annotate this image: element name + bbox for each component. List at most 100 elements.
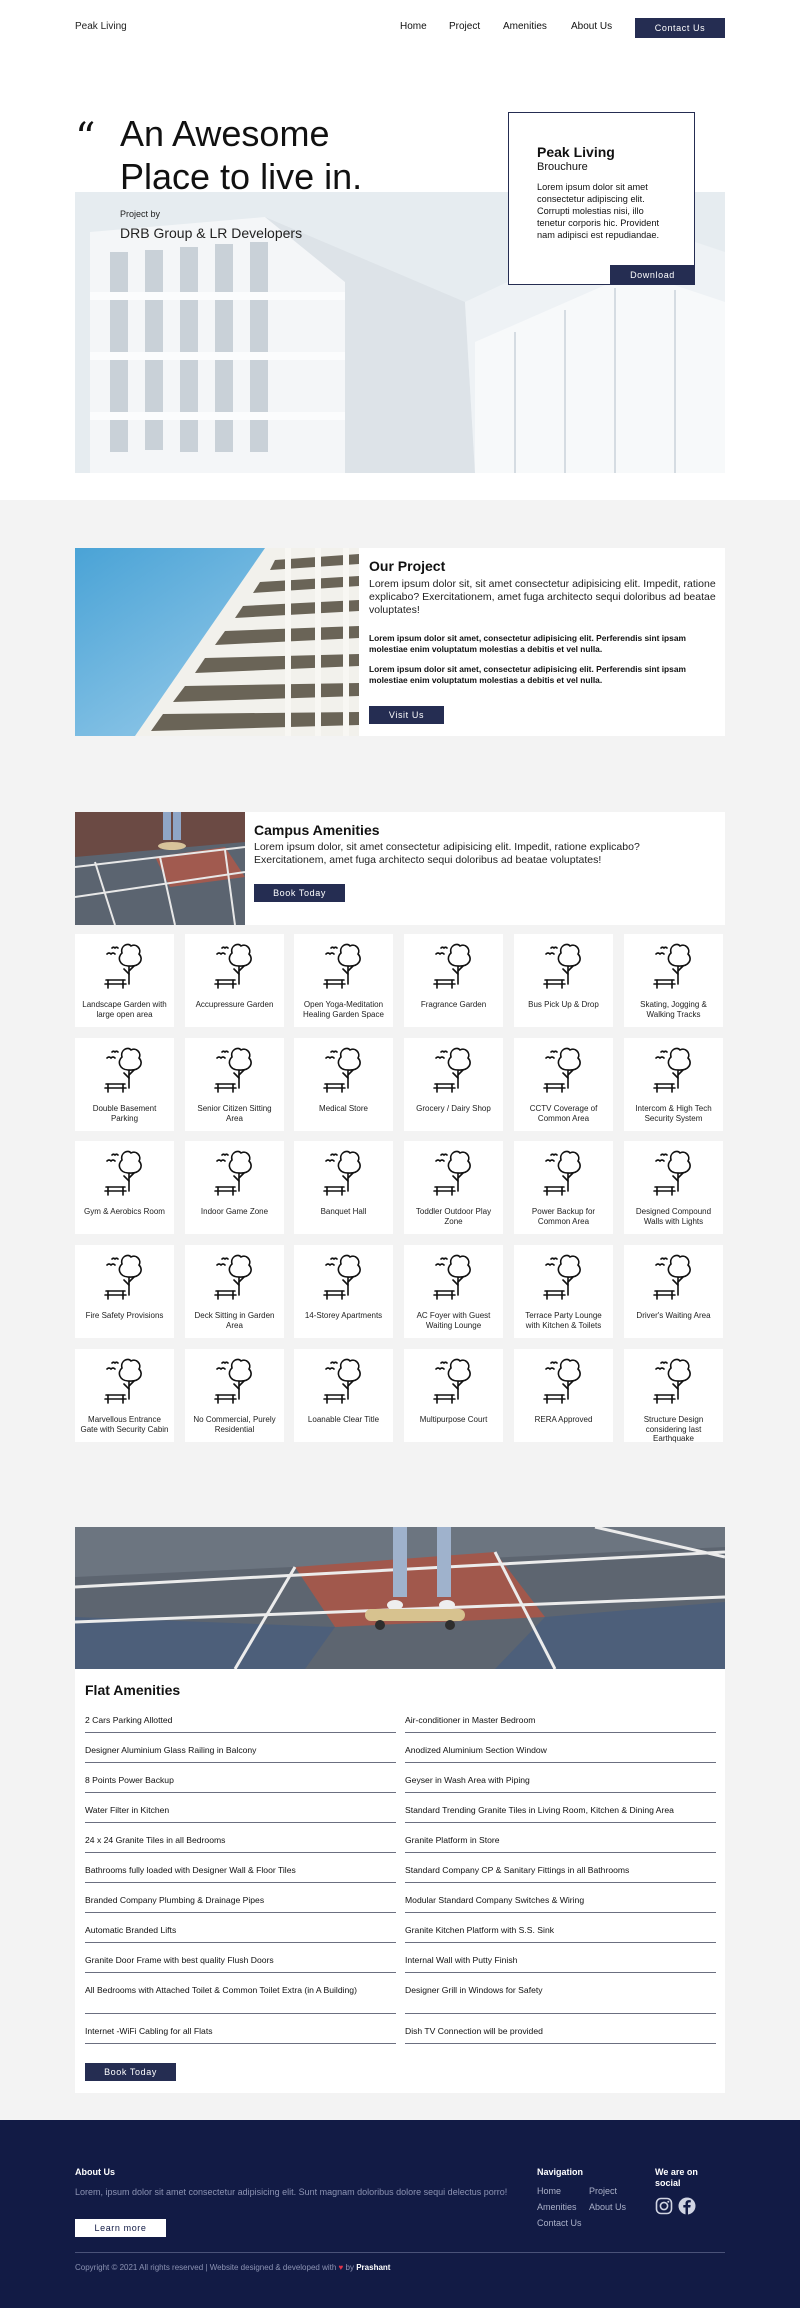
amenity-label: Double Basement Parking (92, 1104, 157, 1123)
our-project-lead: Lorem ipsum dolor sit, sit amet consecte… (369, 578, 716, 616)
amenity-tile: RERA Approved (514, 1349, 613, 1442)
nav-home[interactable]: Home (400, 21, 427, 32)
amenity-label: Multipurpose Court (419, 1415, 488, 1424)
flat-amenity-item: Granite Platform in Store (405, 1835, 716, 1853)
flat-amenity-item: Internal Wall with Putty Finish (405, 1955, 716, 1973)
amenity-label: Terrace Party Lounge with Kitchen & Toil… (525, 1311, 602, 1330)
amenity-tile: Banquet Hall (294, 1141, 393, 1234)
heart-icon: ♥ (338, 2263, 344, 2272)
amenity-label: CCTV Coverage of Common Area (529, 1104, 598, 1123)
amenity-tile: Bus Pick Up & Drop (514, 934, 613, 1027)
amenity-label: Bus Pick Up & Drop (528, 1000, 599, 1009)
amenity-label: Indoor Game Zone (200, 1207, 269, 1216)
footer-link-project[interactable]: Project (589, 2186, 617, 2196)
amenity-tile: Deck Sitting in Garden Area (185, 1245, 284, 1338)
amenity-tile: Designed Compound Walls with Lights (624, 1141, 723, 1234)
amenity-label: Fire Safety Provisions (85, 1311, 164, 1320)
brochure-card: Peak Living Brouchure Lorem ipsum dolor … (508, 112, 695, 285)
footer-link-about-us[interactable]: About Us (589, 2202, 626, 2212)
amenity-tile: Medical Store (294, 1038, 393, 1131)
footer-social-title: We are on social (655, 2167, 698, 2188)
site-header: Peak Living Home Project Amenities About… (0, 0, 800, 56)
amenity-label: Banquet Hall (320, 1207, 367, 1216)
flat-amenity-item: Automatic Branded Lifts (85, 1925, 396, 1943)
flat-amenity-item: All Bedrooms with Attached Toilet & Comm… (85, 1985, 396, 2014)
brochure-title: Peak Living (537, 144, 615, 160)
copyright-text: Copyright © 2021 All rights reserved | W… (75, 2263, 390, 2272)
flat-amenities-image (75, 1527, 725, 1669)
visit-us-button[interactable]: Visit Us (369, 706, 444, 724)
instagram-icon[interactable] (655, 2197, 673, 2215)
amenity-label: Designed Compound Walls with Lights (635, 1207, 712, 1226)
footer-link-home[interactable]: Home (537, 2186, 561, 2196)
amenity-tile: Senior Citizen Sitting Area (185, 1038, 284, 1131)
amenity-tile: Skating, Jogging & Walking Tracks (624, 934, 723, 1027)
project-building-image (75, 548, 359, 736)
page: Peak Living Home Project Amenities About… (0, 0, 800, 2308)
project-by-developers: DRB Group & LR Developers (120, 225, 303, 241)
our-project-card: Our Project Lorem ipsum dolor sit, sit a… (75, 548, 725, 736)
nav-about-us[interactable]: About Us (571, 21, 612, 32)
facebook-icon[interactable] (678, 2197, 696, 2215)
brochure-text: Lorem ipsum dolor sit amet consectetur a… (537, 182, 660, 240)
book-today-button[interactable]: Book Today (254, 884, 345, 902)
project-by-label: Project by (120, 209, 161, 219)
amenity-label: Structure Design considering last Earthq… (643, 1415, 704, 1443)
flat-amenity-item: Designer Aluminium Glass Railing in Balc… (85, 1745, 396, 1763)
by-label: by (345, 2263, 354, 2272)
contact-us-button[interactable]: Contact Us (635, 18, 725, 38)
flat-amenity-item: Granite Door Frame with best quality Flu… (85, 1955, 396, 1973)
campus-amenities-lead: Lorem ipsum dolor, sit amet consectetur … (254, 841, 640, 866)
download-button[interactable]: Download (610, 265, 695, 285)
amenity-label: Landscape Garden with large open area (82, 1000, 167, 1019)
flat-amenity-item: 2 Cars Parking Allotted (85, 1715, 396, 1733)
flat-amenity-item: Anodized Aluminium Section Window (405, 1745, 716, 1763)
hero-title: An Awesome Place to live in. (120, 113, 363, 197)
learn-more-button[interactable]: Learn more (75, 2219, 166, 2237)
amenity-tile: Power Backup for Common Area (514, 1141, 613, 1234)
nav-project[interactable]: Project (449, 21, 480, 32)
amenity-tile: Grocery / Dairy Shop (404, 1038, 503, 1131)
amenity-label: AC Foyer with Guest Waiting Lounge (416, 1311, 491, 1330)
flat-amenity-item: Modular Standard Company Switches & Wiri… (405, 1895, 716, 1913)
amenity-tile: Landscape Garden with large open area (75, 934, 174, 1027)
amenity-label: Open Yoga-Meditation Healing Garden Spac… (303, 1000, 384, 1019)
amenity-tile: Toddler Outdoor Play Zone (404, 1141, 503, 1234)
amenity-label: Fragrance Garden (420, 1000, 487, 1009)
flat-amenity-item: Granite Kitchen Platform with S.S. Sink (405, 1925, 716, 1943)
amenity-tile: Fragrance Garden (404, 934, 503, 1027)
campus-amenities-card: Campus Amenities Lorem ipsum dolor, sit … (75, 812, 725, 925)
amenity-tile: Accupressure Garden (185, 934, 284, 1027)
amenity-tile: AC Foyer with Guest Waiting Lounge (404, 1245, 503, 1338)
copyright-label: Copyright © 2021 All rights reserved | W… (75, 2263, 337, 2272)
amenity-label: RERA Approved (534, 1415, 593, 1424)
quote-mark-icon: “ (75, 115, 96, 161)
footer-link-contact-us[interactable]: Contact Us (537, 2218, 582, 2229)
amenity-tile: Multipurpose Court (404, 1349, 503, 1442)
amenity-label: Gym & Aerobics Room (84, 1207, 165, 1216)
site-logo[interactable]: Peak Living (75, 21, 127, 32)
flat-amenity-item: Bathrooms fully loaded with Designer Wal… (85, 1865, 396, 1883)
our-project-title: Our Project (369, 558, 446, 574)
flat-book-today-button[interactable]: Book Today (85, 2063, 176, 2081)
footer-about-title: About Us (75, 2167, 115, 2177)
amenity-tile: CCTV Coverage of Common Area (514, 1038, 613, 1131)
amenity-label: Accupressure Garden (195, 1000, 274, 1009)
amenity-label: Marvellous Entrance Gate with Security C… (80, 1415, 169, 1434)
amenity-tile: Terrace Party Lounge with Kitchen & Toil… (514, 1245, 613, 1338)
flat-amenity-item: 24 x 24 Granite Tiles in all Bedrooms (85, 1835, 396, 1853)
amenity-tile: 14-Storey Apartments (294, 1245, 393, 1338)
amenity-label: Medical Store (319, 1104, 368, 1113)
amenity-tile: No Commercial, Purely Residential (185, 1349, 284, 1442)
amenity-tile: Fire Safety Provisions (75, 1245, 174, 1338)
nav-amenities[interactable]: Amenities (503, 21, 547, 32)
flat-amenity-item: 8 Points Power Backup (85, 1775, 396, 1793)
flat-amenity-item: Standard Company CP & Sanitary Fittings … (405, 1865, 716, 1883)
flat-amenity-item: Standard Trending Granite Tiles in Livin… (405, 1805, 716, 1823)
amenity-label: No Commercial, Purely Residential (193, 1415, 276, 1434)
amenity-tile: Double Basement Parking (75, 1038, 174, 1131)
footer-link-amenities[interactable]: Amenities (537, 2202, 577, 2212)
amenity-label: Deck Sitting in Garden Area (194, 1311, 275, 1330)
flat-amenities-title: Flat Amenities (85, 1682, 181, 1698)
author-name[interactable]: Prashant (356, 2263, 390, 2272)
